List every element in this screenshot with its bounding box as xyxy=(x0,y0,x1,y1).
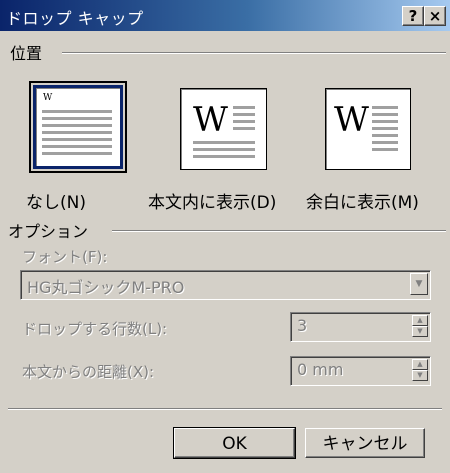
text-line xyxy=(193,141,255,144)
title-bar: ドロップ キャップ ? × xyxy=(0,0,450,31)
distance-stepper[interactable]: 0 mm ▲ ▼ xyxy=(290,356,431,386)
text-line xyxy=(42,110,112,113)
text-line xyxy=(372,148,398,151)
cancel-button[interactable]: キャンセル xyxy=(305,428,425,458)
distance-label: 本文からの距離(X): xyxy=(22,363,155,381)
lines-stepper[interactable]: 3 ▲ ▼ xyxy=(290,312,431,342)
font-value: HG丸ゴシックM-PRO xyxy=(27,278,185,297)
none-tile-icon: W xyxy=(29,81,127,173)
margin-tile-icon: W xyxy=(325,88,411,170)
position-group-label: 位置 xyxy=(10,44,43,63)
window-title: ドロップ キャップ xyxy=(6,9,144,28)
position-separator xyxy=(62,52,446,54)
font-dropdown[interactable]: HG丸ゴシックM-PRO ▼ xyxy=(20,270,431,300)
lines-label: ドロップする行数(L): xyxy=(22,320,168,338)
text-line xyxy=(42,152,112,155)
text-line xyxy=(372,127,398,130)
dropped-tile-icon: W xyxy=(180,88,267,170)
text-line xyxy=(42,138,112,141)
dropdown-arrow-icon[interactable]: ▼ xyxy=(410,273,428,295)
text-line xyxy=(193,155,255,158)
close-button[interactable]: × xyxy=(424,6,446,26)
distance-value: 0 mm xyxy=(297,360,344,379)
text-line xyxy=(233,127,255,130)
lines-value: 3 xyxy=(297,316,308,335)
dropped-label: 本文内に表示(D) xyxy=(148,193,277,213)
font-label: フォント(F): xyxy=(22,248,108,266)
text-line xyxy=(193,148,255,151)
text-line xyxy=(372,134,398,137)
distance-spin-control: ▲ ▼ xyxy=(412,359,428,383)
text-line xyxy=(233,113,255,116)
spin-up-icon[interactable]: ▲ xyxy=(412,315,428,326)
text-line xyxy=(42,117,112,120)
big-w-glyph: W xyxy=(193,100,228,140)
text-line xyxy=(42,145,112,148)
text-line xyxy=(233,106,255,109)
ok-button[interactable]: OK xyxy=(173,427,296,459)
text-line xyxy=(42,131,112,134)
bottom-separator xyxy=(8,408,442,410)
text-line xyxy=(233,120,255,123)
spin-up-icon[interactable]: ▲ xyxy=(412,359,428,370)
help-button[interactable]: ? xyxy=(402,6,424,26)
big-w-glyph: W xyxy=(334,100,369,140)
text-line xyxy=(42,124,112,127)
options-group-label: オプション xyxy=(8,222,89,241)
spin-down-icon[interactable]: ▼ xyxy=(412,370,428,381)
small-w-glyph: W xyxy=(43,93,53,103)
none-label: なし(N) xyxy=(26,193,86,213)
text-line xyxy=(372,120,398,123)
spin-down-icon[interactable]: ▼ xyxy=(412,326,428,337)
options-separator xyxy=(112,230,446,232)
margin-label: 余白に表示(M) xyxy=(306,193,419,213)
text-line xyxy=(372,141,398,144)
text-line xyxy=(372,113,398,116)
lines-spin-control: ▲ ▼ xyxy=(412,315,428,339)
text-line xyxy=(372,106,398,109)
